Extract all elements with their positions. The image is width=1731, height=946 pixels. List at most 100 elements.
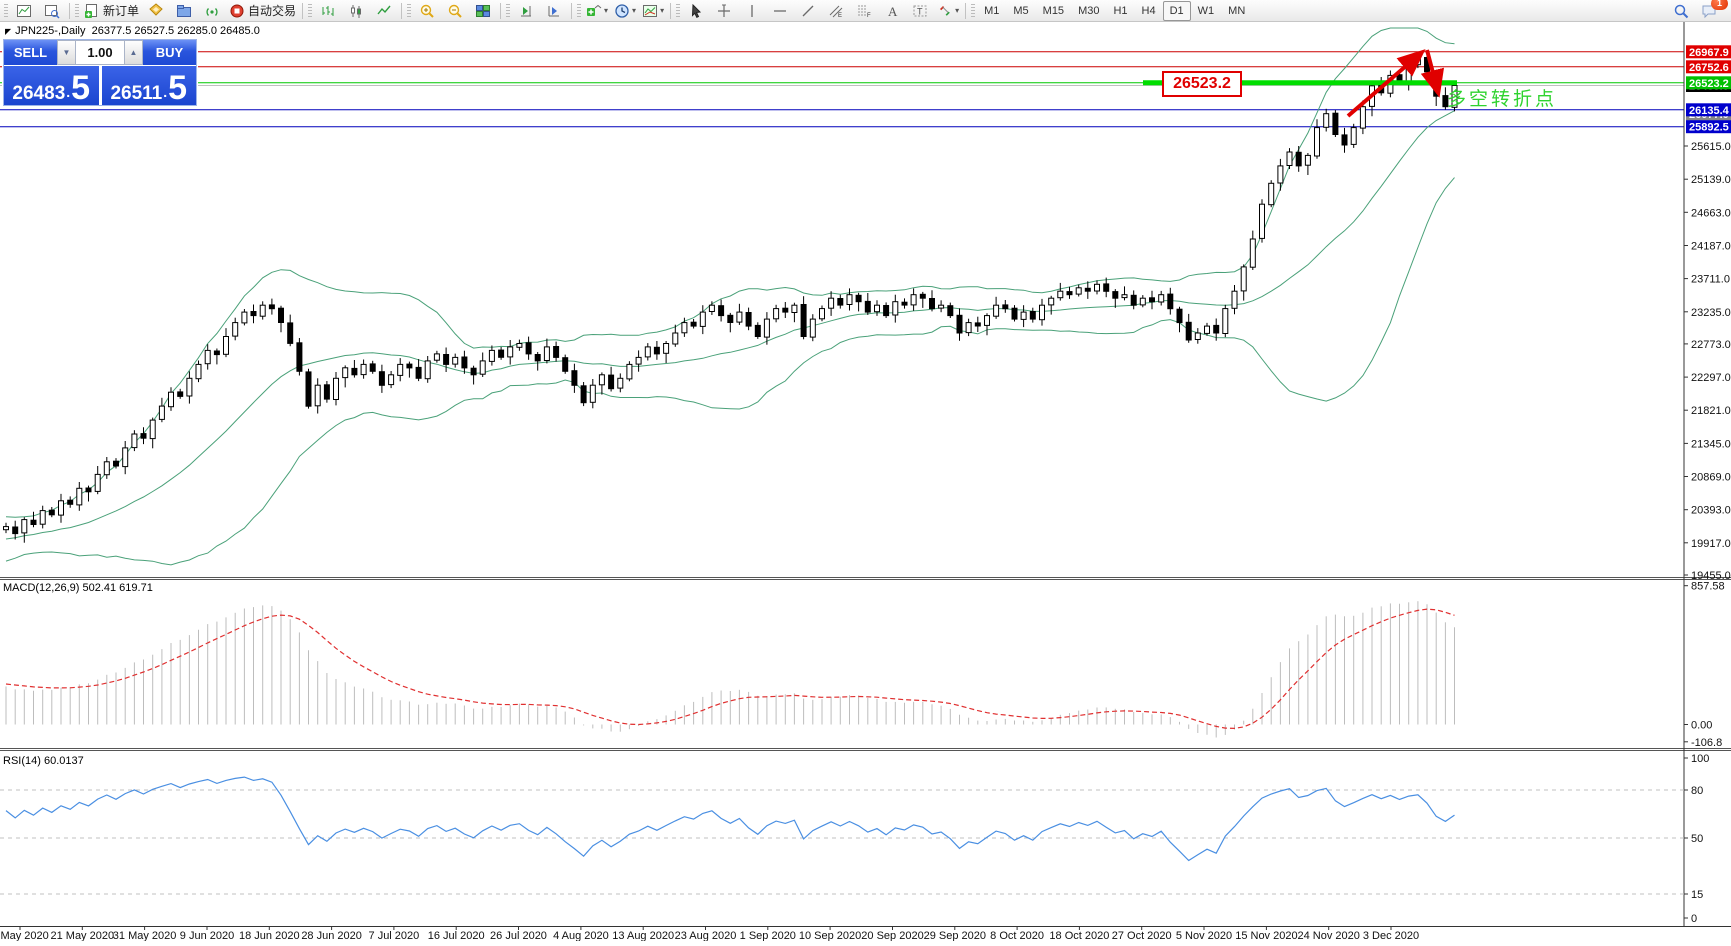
tab-timeframe-M5[interactable]: M5 bbox=[1006, 1, 1035, 21]
svg-text:21345.0: 21345.0 bbox=[1691, 438, 1731, 450]
tab-timeframe-H4[interactable]: H4 bbox=[1135, 1, 1163, 21]
candle bbox=[690, 321, 697, 327]
shift-end-button[interactable] bbox=[512, 0, 540, 22]
sell-price-display[interactable]: 26483 . 5 bbox=[4, 66, 99, 105]
candle bbox=[241, 311, 248, 324]
candle bbox=[1084, 287, 1091, 292]
svg-text:25615.0: 25615.0 bbox=[1691, 141, 1731, 153]
metaeditor-button[interactable] bbox=[142, 0, 170, 22]
vline-button[interactable] bbox=[738, 0, 766, 22]
indicators-button[interactable]: ▾ bbox=[583, 0, 611, 22]
candle bbox=[1075, 287, 1082, 295]
buy-button[interactable]: BUY bbox=[143, 40, 196, 65]
svg-text:80: 80 bbox=[1691, 785, 1703, 797]
candle bbox=[974, 322, 981, 327]
tab-timeframe-H1[interactable]: H1 bbox=[1106, 1, 1134, 21]
svg-text:857.58: 857.58 bbox=[1691, 581, 1725, 593]
fibo-button[interactable]: F bbox=[850, 0, 878, 22]
tile-windows-button[interactable] bbox=[469, 0, 497, 22]
svg-text:7 Jul 2020: 7 Jul 2020 bbox=[369, 930, 420, 941]
volume-decrease-button[interactable]: ▼ bbox=[57, 40, 76, 65]
candle bbox=[1295, 151, 1302, 167]
tab-timeframe-MN[interactable]: MN bbox=[1221, 1, 1252, 21]
svg-text:24187.0: 24187.0 bbox=[1691, 241, 1731, 253]
chart-line-button[interactable] bbox=[370, 0, 398, 22]
candle bbox=[39, 510, 46, 525]
turning-point-annotation[interactable]: 多空转折点 bbox=[1447, 84, 1557, 111]
candle bbox=[232, 322, 239, 337]
toolbar-separator bbox=[965, 2, 967, 19]
chart-cursor-icon: ◤ bbox=[5, 27, 12, 36]
candle bbox=[1194, 332, 1201, 340]
candle bbox=[892, 301, 899, 316]
trading-terminal: { "toolbar": { "groups": [ ["new-chart",… bbox=[0, 0, 1731, 942]
candle bbox=[278, 307, 284, 324]
toolbar-grip bbox=[308, 3, 313, 18]
new-chart-button[interactable] bbox=[10, 0, 38, 22]
candle bbox=[1341, 134, 1348, 146]
autotrade-button[interactable]: 自动交易 bbox=[226, 0, 299, 22]
zoom-out-button[interactable] bbox=[441, 0, 469, 22]
svg-text:26967.9: 26967.9 bbox=[1689, 47, 1729, 59]
templates-button[interactable]: ▾ bbox=[639, 0, 667, 22]
svg-text:50: 50 bbox=[1691, 833, 1703, 845]
candle bbox=[1286, 151, 1293, 166]
auto-scroll-button[interactable] bbox=[540, 0, 568, 22]
periods-button[interactable]: ▾ bbox=[611, 0, 639, 22]
svg-text:23 Aug 2020: 23 Aug 2020 bbox=[675, 930, 737, 941]
channel-button[interactable]: E bbox=[822, 0, 850, 22]
tab-timeframe-W1[interactable]: W1 bbox=[1191, 1, 1222, 21]
trendline-button[interactable] bbox=[794, 0, 822, 22]
label-button[interactable]: T bbox=[906, 0, 934, 22]
candle bbox=[1259, 203, 1265, 239]
tab-timeframe-M30[interactable]: M30 bbox=[1071, 1, 1106, 21]
candle bbox=[21, 519, 28, 534]
svg-text:8 Oct 2020: 8 Oct 2020 bbox=[990, 930, 1044, 941]
cursor-button[interactable] bbox=[682, 0, 710, 22]
svg-text:26135.4: 26135.4 bbox=[1689, 105, 1730, 117]
svg-text:24 Nov 2020: 24 Nov 2020 bbox=[1298, 930, 1360, 941]
navigator-button[interactable] bbox=[170, 0, 198, 22]
candle bbox=[1268, 182, 1275, 206]
arrows-button[interactable]: ▾ bbox=[934, 0, 962, 22]
candle bbox=[443, 354, 450, 365]
zoom-in-button[interactable] bbox=[413, 0, 441, 22]
candle bbox=[1213, 324, 1220, 334]
new-order-button[interactable]: 新订单 bbox=[81, 0, 142, 22]
tab-timeframe-M1[interactable]: M1 bbox=[977, 1, 1006, 21]
svg-text:29 Sep 2020: 29 Sep 2020 bbox=[924, 930, 986, 941]
chart-title: ◤ JPN225-,Daily 26377.5 26527.5 26285.0 2… bbox=[5, 25, 260, 37]
tab-timeframe-D1[interactable]: D1 bbox=[1162, 0, 1191, 21]
search-icon bbox=[1673, 3, 1689, 19]
chart-candles-button[interactable] bbox=[342, 0, 370, 22]
candle bbox=[929, 298, 935, 310]
volume-field[interactable]: 1.00 bbox=[76, 40, 124, 65]
search-button[interactable] bbox=[1667, 0, 1695, 22]
crosshair-button[interactable] bbox=[710, 0, 738, 22]
buy-price-display[interactable]: 26511 . 5 bbox=[101, 66, 196, 105]
hline-button[interactable] bbox=[766, 0, 794, 22]
candle bbox=[461, 356, 468, 369]
text-button[interactable]: A bbox=[878, 0, 906, 22]
candle bbox=[1011, 307, 1018, 320]
svg-text:21 May 2020: 21 May 2020 bbox=[50, 930, 114, 941]
candle bbox=[901, 301, 908, 306]
signal-button[interactable] bbox=[198, 0, 226, 22]
candle bbox=[1204, 325, 1210, 334]
chart-candles-icon bbox=[348, 3, 364, 19]
candle bbox=[452, 356, 459, 365]
price-level-tag[interactable]: 26523.2 bbox=[1162, 71, 1242, 97]
svg-text:18 Jun 2020: 18 Jun 2020 bbox=[239, 930, 300, 941]
notifications-button[interactable]: 1 bbox=[1695, 0, 1728, 22]
data-window-button[interactable] bbox=[38, 0, 66, 22]
toolbar-separator bbox=[500, 2, 502, 19]
tab-timeframe-M15[interactable]: M15 bbox=[1036, 1, 1071, 21]
volume-increase-button[interactable]: ▲ bbox=[124, 40, 143, 65]
candle bbox=[727, 314, 734, 323]
candle bbox=[617, 377, 624, 389]
chart-bars-button[interactable] bbox=[314, 0, 342, 22]
candle bbox=[919, 293, 926, 299]
candle bbox=[76, 487, 83, 506]
chart-canvas[interactable]: MACD(12,26,9) 502.41 619.71 RSI(14) 60.01… bbox=[0, 0, 1731, 942]
sell-button[interactable]: SELL bbox=[4, 40, 57, 65]
